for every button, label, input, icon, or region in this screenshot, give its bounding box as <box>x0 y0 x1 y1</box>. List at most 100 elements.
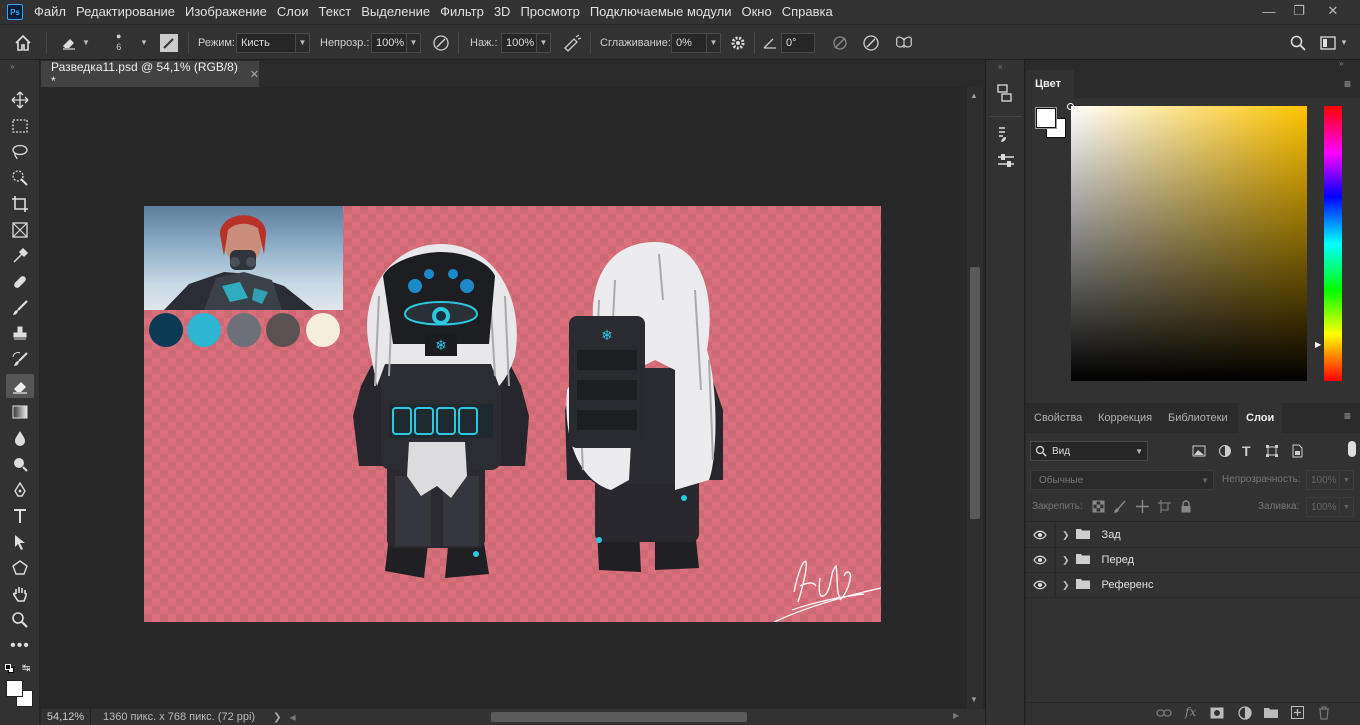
menu-edit[interactable]: Редактирование <box>71 0 180 24</box>
brush-size-dropdown-icon[interactable]: ▼ <box>140 25 148 60</box>
scroll-left-icon[interactable]: ◀ <box>289 713 295 722</box>
angle-input[interactable]: 0° <box>781 32 815 53</box>
adjustments-sliders-icon[interactable] <box>996 152 1016 175</box>
eyedropper-tool-icon[interactable] <box>6 244 34 268</box>
vertical-scrollbar[interactable]: ▲ ▼ <box>967 87 983 709</box>
expand-group-chevron-icon[interactable]: ❯ <box>1062 530 1070 541</box>
blur-tool-icon[interactable] <box>6 426 34 450</box>
mode-dropdown-icon[interactable]: ▼ <box>296 32 310 53</box>
menu-filter[interactable]: Фильтр <box>435 0 489 24</box>
default-colors-icon[interactable] <box>5 664 15 674</box>
pressure-input[interactable]: 100% <box>501 32 537 53</box>
menu-plugins[interactable]: Подключаемые модули <box>585 0 737 24</box>
foreground-color-swatch[interactable] <box>6 680 23 697</box>
hue-slider-handle-icon[interactable]: ▶ <box>1315 340 1321 349</box>
lasso-tool-icon[interactable] <box>6 140 34 164</box>
scroll-right-icon[interactable]: ▶ <box>953 711 959 720</box>
menu-help[interactable]: Справка <box>777 0 838 24</box>
hue-slider[interactable]: ▶ <box>1315 106 1342 381</box>
zoom-tool-icon[interactable] <box>6 608 34 632</box>
collapse-right-dock-icon[interactable]: » <box>1339 59 1343 68</box>
color-panel-fg-bg[interactable] <box>1036 108 1068 140</box>
eraser-tool-icon[interactable] <box>6 374 34 398</box>
layer-row-referens[interactable]: ❯ Референс <box>1026 572 1360 598</box>
shape-tool-icon[interactable] <box>6 556 34 580</box>
type-tool-icon[interactable] <box>6 504 34 528</box>
opacity-dropdown-icon[interactable]: ▼ <box>407 32 421 53</box>
minimize-icon[interactable]: — <box>1254 0 1284 22</box>
pen-tool-icon[interactable] <box>6 478 34 502</box>
home-icon[interactable] <box>14 25 32 60</box>
quick-selection-tool-icon[interactable] <box>6 166 34 190</box>
menu-image[interactable]: Изображение <box>180 0 272 24</box>
collapse-panels-icon[interactable]: « <box>998 62 1002 71</box>
layer-style-fx-icon[interactable]: fx <box>1185 705 1196 719</box>
hand-tool-icon[interactable] <box>6 582 34 606</box>
fill-input[interactable]: 100% <box>1306 497 1340 517</box>
color-panel-menu-icon[interactable]: ≡ <box>1344 77 1351 91</box>
zoom-level[interactable]: 54,12% <box>41 709 91 725</box>
history-brush-tool-icon[interactable] <box>6 348 34 372</box>
lock-artboard-icon[interactable] <box>1158 500 1171 516</box>
gradient-tool-icon[interactable] <box>6 400 34 424</box>
dodge-tool-icon[interactable] <box>6 452 34 476</box>
mode-select[interactable]: Кисть <box>236 32 296 53</box>
smoothing-input[interactable]: 0% <box>671 32 707 53</box>
airbrush-icon[interactable] <box>562 25 582 60</box>
symmetry-butterfly-icon[interactable] <box>894 25 914 60</box>
lock-position-icon[interactable] <box>1136 500 1149 516</box>
more-tools-icon[interactable]: ••• <box>6 634 34 658</box>
close-tab-icon[interactable]: ✕ <box>250 68 259 81</box>
tab-adjustments[interactable]: Коррекция <box>1090 403 1160 433</box>
history-panel-icon[interactable] <box>996 82 1016 107</box>
close-window-icon[interactable]: ✕ <box>1318 0 1348 22</box>
delete-layer-icon[interactable] <box>1318 706 1330 723</box>
healing-brush-tool-icon[interactable] <box>6 270 34 294</box>
layer-row-zad[interactable]: ❯ Зад <box>1026 522 1360 548</box>
color-picker-cursor[interactable] <box>1067 103 1074 110</box>
layer-visibility-eye-icon[interactable] <box>1026 580 1054 590</box>
filter-dropdown-icon[interactable]: ▼ <box>1135 447 1143 456</box>
pressure-opacity-icon[interactable] <box>432 25 450 60</box>
brush-size-picker[interactable]: ● 6 <box>116 25 121 60</box>
tab-properties[interactable]: Свойства <box>1026 403 1090 433</box>
smoothing-dropdown-icon[interactable]: ▼ <box>707 32 721 53</box>
layer-visibility-eye-icon[interactable] <box>1026 530 1054 540</box>
brush-settings-panel-icon[interactable] <box>996 124 1016 147</box>
menu-window[interactable]: Окно <box>736 0 776 24</box>
lock-all-icon[interactable] <box>1180 500 1192 516</box>
layer-opacity-input[interactable]: 100% <box>1306 470 1340 490</box>
filter-type-layers-icon[interactable]: T <box>1242 443 1251 459</box>
color-swatches-foreground-background[interactable] <box>6 680 34 708</box>
filter-adjustment-layers-icon[interactable] <box>1218 444 1232 461</box>
canvas-workspace[interactable]: ❄ ❄ <box>41 87 967 709</box>
layer-visibility-eye-icon[interactable] <box>1026 555 1054 565</box>
layer-filter-select[interactable]: Вид ▼ <box>1030 441 1148 461</box>
document-canvas[interactable]: ❄ ❄ <box>144 206 881 622</box>
blend-mode-dropdown-icon[interactable]: ▼ <box>1201 476 1209 485</box>
path-selection-tool-icon[interactable] <box>6 530 34 554</box>
crop-tool-icon[interactable] <box>6 192 34 216</box>
filter-toggle-switch[interactable] <box>1348 441 1356 457</box>
scroll-down-icon[interactable]: ▼ <box>970 695 978 704</box>
menu-file[interactable]: Файл <box>29 0 71 24</box>
expand-group-chevron-icon[interactable]: ❯ <box>1062 555 1070 566</box>
swap-colors-icon[interactable]: ↹ <box>22 663 30 674</box>
filter-pixel-layers-icon[interactable] <box>1192 444 1206 461</box>
expand-group-chevron-icon[interactable]: ❯ <box>1062 580 1070 591</box>
layer-opacity-dropdown-icon[interactable]: ▼ <box>1340 470 1354 490</box>
tab-libraries[interactable]: Библиотеки <box>1160 403 1236 433</box>
pressure-size-icon[interactable] <box>831 25 849 60</box>
eraser-tool-preset-icon[interactable]: ▼ <box>60 25 90 60</box>
color-picker-field[interactable] <box>1067 103 1307 381</box>
menu-select[interactable]: Выделение <box>356 0 435 24</box>
scroll-up-icon[interactable]: ▲ <box>970 91 978 100</box>
lock-image-pixels-icon[interactable] <box>1114 500 1127 516</box>
move-tool-icon[interactable] <box>6 88 34 112</box>
restore-icon[interactable]: ❐ <box>1284 0 1314 22</box>
filter-smart-objects-icon[interactable] <box>1290 444 1304 461</box>
clone-stamp-tool-icon[interactable] <box>6 322 34 346</box>
new-group-icon[interactable] <box>1264 707 1278 721</box>
document-tab[interactable]: Разведка11.psd @ 54,1% (RGB/8) * ✕ <box>41 60 259 88</box>
status-expand-chevron-icon[interactable]: ❯ <box>273 712 281 723</box>
